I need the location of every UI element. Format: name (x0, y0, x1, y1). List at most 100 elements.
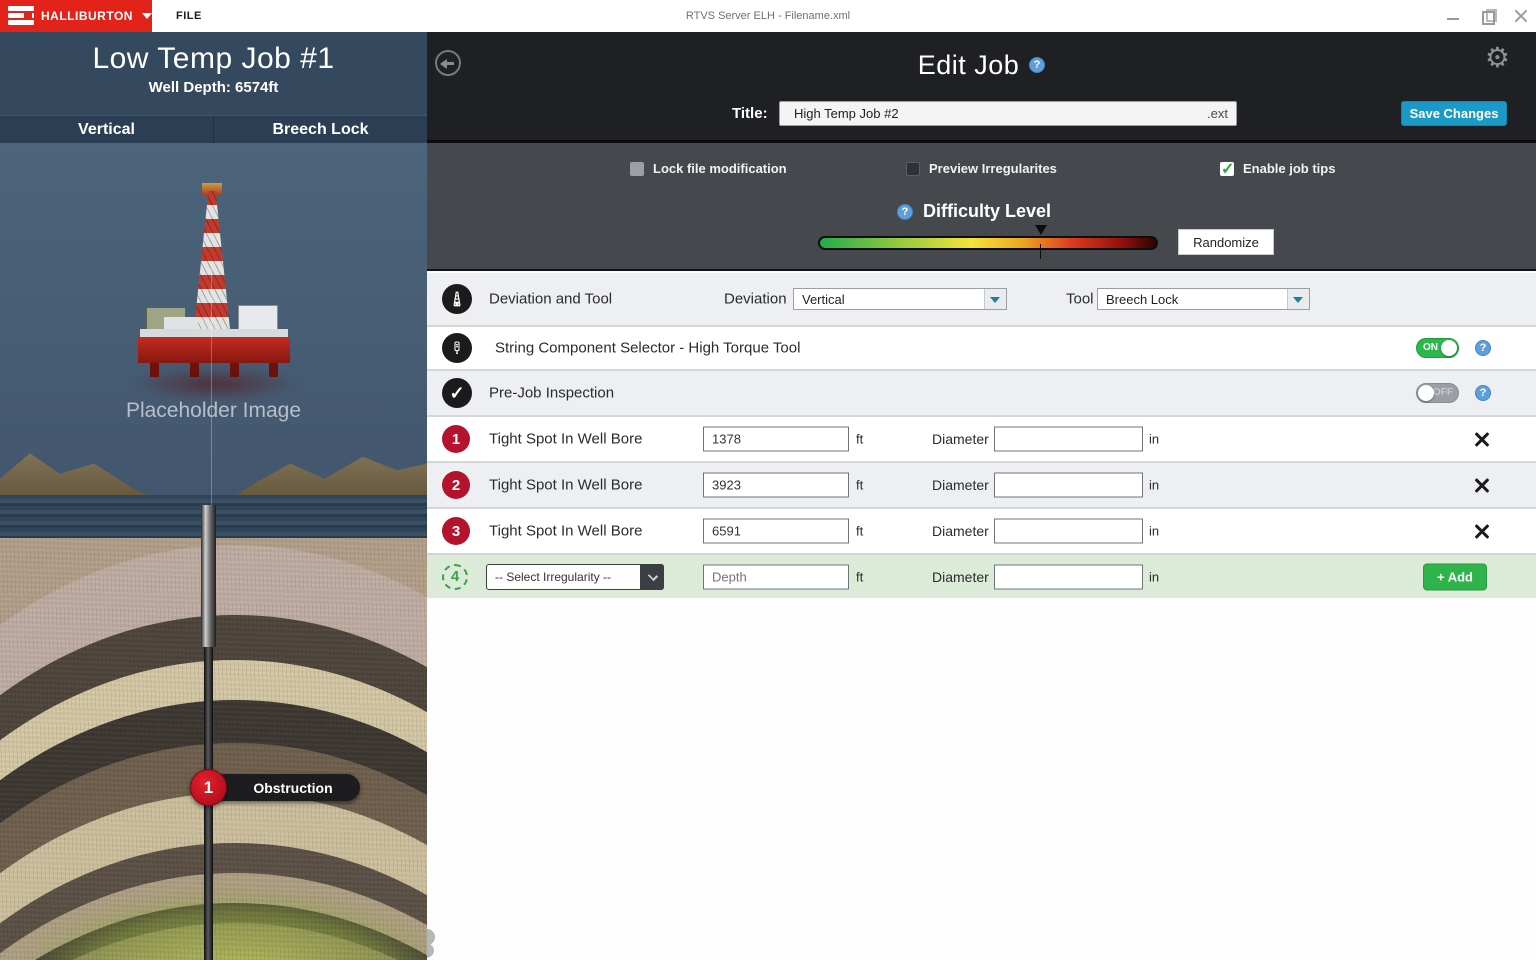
randomize-button[interactable]: Randomize (1178, 229, 1274, 255)
window-titlebar: RTVS Server ELH - Filename.xml HALLIBURT… (0, 0, 1536, 32)
select-dropdown-button (640, 564, 664, 590)
close-icon[interactable] (1514, 9, 1528, 23)
chevron-down-icon (142, 13, 152, 19)
tab-deviation[interactable]: Vertical (0, 116, 213, 143)
checkbox-icon (906, 162, 920, 176)
halliburton-logo-menu[interactable]: HALLIBURTON (0, 0, 152, 32)
help-icon[interactable]: ? (897, 204, 913, 220)
depth-input[interactable] (703, 473, 849, 498)
checkbox-enable-job-tips[interactable]: ✓ Enable job tips (1220, 161, 1335, 176)
diameter-unit: in (1149, 432, 1159, 447)
row-number-badge: 3 (442, 517, 470, 545)
obstruction-label: Obstruction (210, 774, 360, 801)
file-menu[interactable]: FILE (176, 0, 202, 32)
irregularity-type-label: Tight Spot In Well Bore (489, 477, 642, 494)
halliburton-logo-icon (8, 6, 34, 26)
depth-unit: ft (856, 478, 863, 493)
section-string-component-selector: String Component Selector - High Torque … (427, 325, 1536, 369)
checkmark-icon: ✓ (1221, 159, 1234, 179)
irregularity-row-1: 1 Tight Spot In Well Bore ft Diameter in (427, 415, 1536, 461)
row-number-badge: 4 (442, 564, 468, 590)
checkbox-lock-file-modification[interactable]: Lock file modification (630, 161, 787, 176)
help-icon[interactable]: ? (1475, 385, 1491, 401)
toggle-knob (1418, 385, 1434, 401)
save-changes-button[interactable]: Save Changes (1401, 101, 1507, 126)
deviation-label: Deviation (724, 291, 787, 308)
checkbox-preview-irregularites[interactable]: Preview Irregularites (906, 161, 1057, 176)
diameter-input[interactable] (994, 564, 1143, 589)
dropdown-button (984, 289, 1006, 309)
irregularity-type-label: Tight Spot In Well Bore (489, 431, 642, 448)
job-title-input[interactable] (780, 102, 1236, 125)
well-visualization: Placeholder Image Obstruction 1 (0, 143, 427, 960)
oil-rig-illustration (138, 191, 290, 401)
diameter-unit: in (1149, 478, 1159, 493)
job-header: Low Temp Job #1 Well Depth: 6574ft (0, 32, 427, 115)
diameter-input[interactable] (994, 519, 1143, 544)
diameter-unit: in (1149, 524, 1159, 539)
depth-input[interactable] (703, 427, 849, 452)
depth-input[interactable] (703, 564, 849, 589)
help-icon[interactable]: ? (1475, 340, 1491, 356)
section-title: String Component Selector - High Torque … (495, 340, 800, 357)
job-preview-sidebar: Low Temp Job #1 Well Depth: 6574ft Verti… (0, 32, 427, 960)
chevron-down-icon (648, 570, 658, 580)
derrick-icon (442, 284, 472, 314)
edit-job-panel: Edit Job? ⚙ Title: .ext Save Changes Loc… (427, 32, 1536, 960)
difficulty-slider[interactable] (818, 236, 1158, 250)
diameter-input[interactable] (994, 427, 1143, 452)
job-settings-rows: Deviation and Tool Deviation Vertical To… (427, 273, 1536, 598)
help-icon[interactable]: ? (1029, 57, 1045, 73)
difficulty-marker[interactable] (1035, 225, 1047, 235)
diameter-unit: in (1149, 569, 1159, 584)
chevron-down-icon (1293, 297, 1303, 303)
row-number-badge: 2 (442, 471, 470, 499)
checkbox-label: Enable job tips (1243, 161, 1335, 176)
remove-row-button[interactable] (1473, 476, 1491, 494)
difficulty-gradient-track (818, 236, 1158, 250)
obstruction-number-badge: 1 (190, 769, 227, 806)
add-irregularity-button[interactable]: + Add (1423, 563, 1487, 590)
minimize-icon[interactable] (1446, 9, 1460, 23)
diameter-label: Diameter (932, 431, 989, 447)
depth-unit: ft (856, 569, 863, 584)
tab-tool[interactable]: Breech Lock (213, 116, 427, 143)
remove-row-button[interactable] (1473, 522, 1491, 540)
toggle-knob (1441, 340, 1457, 356)
toggle-state-label: ON (1423, 342, 1438, 353)
section-title: Pre-Job Inspection (489, 385, 614, 402)
diameter-input[interactable] (994, 473, 1143, 498)
deviation-value: Vertical (802, 292, 845, 307)
brand-name: HALLIBURTON (41, 9, 133, 23)
diameter-label: Diameter (932, 523, 989, 539)
checkbox-label: Lock file modification (653, 161, 787, 176)
depth-unit: ft (856, 524, 863, 539)
maximize-icon[interactable] (1480, 9, 1494, 23)
edit-job-header: Edit Job? ⚙ Title: .ext Save Changes (427, 32, 1536, 143)
tool-label: Tool (1066, 291, 1094, 308)
job-title: Low Temp Job #1 (0, 32, 427, 76)
window-title: RTVS Server ELH - Filename.xml (0, 0, 1536, 32)
checkbox-label: Preview Irregularites (929, 161, 1057, 176)
irregularity-type-label: Tight Spot In Well Bore (489, 523, 642, 540)
tool-dropdown[interactable]: Breech Lock (1097, 288, 1310, 310)
file-extension-suffix: .ext (1207, 106, 1228, 121)
deviation-dropdown[interactable]: Vertical (793, 288, 1007, 310)
irregularity-row-3: 3 Tight Spot In Well Bore ft Diameter in (427, 507, 1536, 553)
title-field-label: Title: (732, 105, 768, 122)
pre-job-inspection-toggle[interactable]: OFF (1416, 383, 1459, 403)
string-selector-toggle[interactable]: ON (1416, 338, 1459, 358)
irregularity-row-2: 2 Tight Spot In Well Bore ft Diameter in (427, 461, 1536, 507)
add-irregularity-row: 4 -- Select Irregularity -- ft Diameter … (427, 553, 1536, 598)
select-placeholder: -- Select Irregularity -- (495, 570, 611, 584)
remove-row-button[interactable] (1473, 430, 1491, 448)
irregularity-select[interactable]: -- Select Irregularity -- (486, 564, 664, 590)
depth-input[interactable] (703, 519, 849, 544)
page-curl-decoration (427, 928, 442, 958)
tool-value: Breech Lock (1106, 292, 1178, 307)
well-casing (201, 505, 216, 647)
gear-icon[interactable]: ⚙ (1485, 44, 1510, 72)
job-config-tabs: Vertical Breech Lock (0, 115, 427, 143)
diameter-label: Diameter (932, 569, 989, 585)
window-controls (1446, 0, 1528, 32)
